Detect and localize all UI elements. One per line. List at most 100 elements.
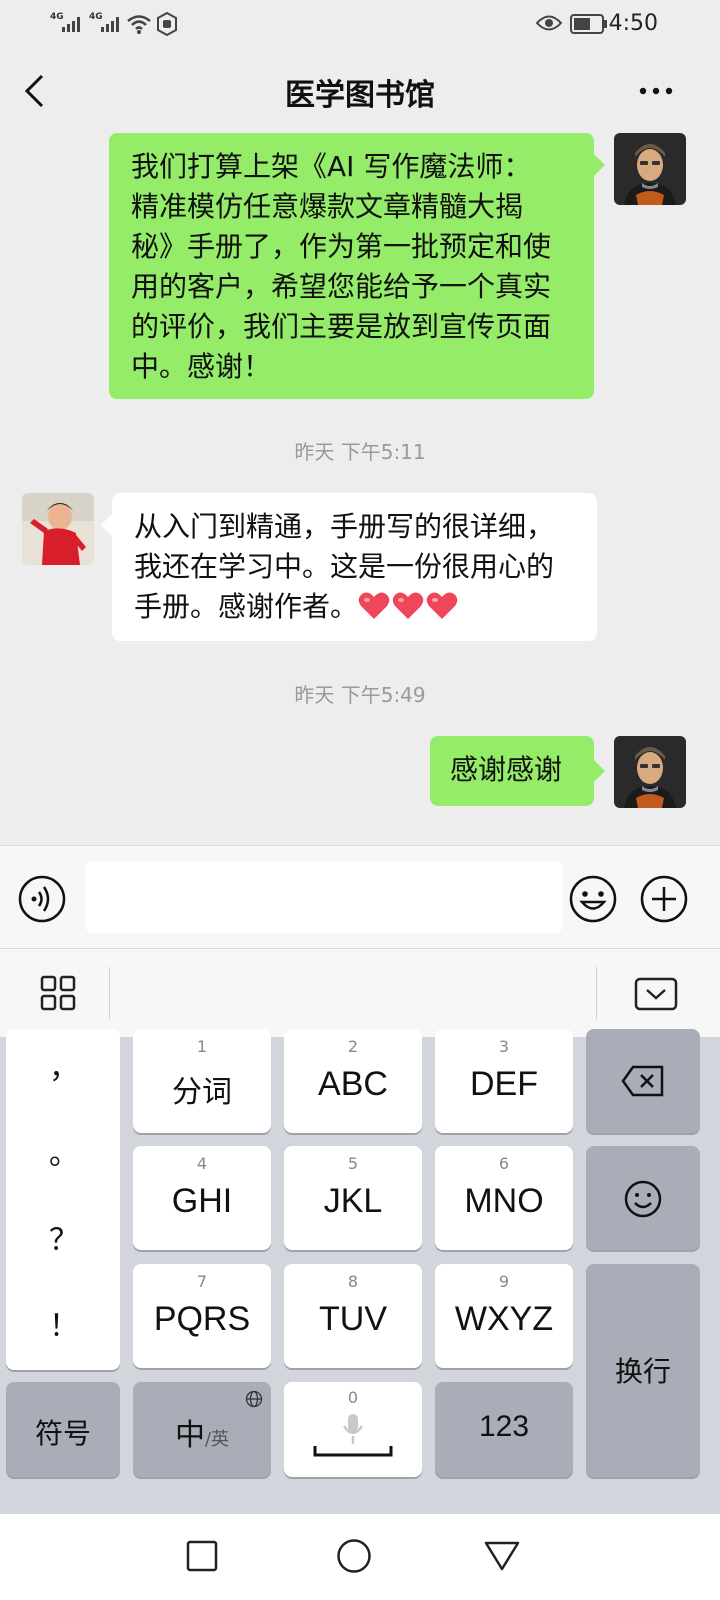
key-number: 2 — [347, 1037, 359, 1056]
punctuation-column[interactable]: ， 。 ？ ！ — [6, 1029, 120, 1370]
keyboard: ， 。 ？ ！ 1 分词 2 ABC 3 DEF 4 GHI 5 JKL 6 M… — [0, 1029, 720, 1514]
key-4[interactable]: 4 GHI — [133, 1146, 271, 1250]
message-line: 的评价，我们主要是放到宣传页面 — [131, 310, 552, 343]
my-avatar[interactable] — [614, 133, 686, 205]
lang-sub: /英 — [204, 1429, 230, 1450]
emoji-key-icon — [624, 1180, 662, 1218]
key-number: 1 — [196, 1037, 208, 1056]
key-label: 符号 — [34, 1417, 91, 1450]
home-icon[interactable] — [336, 1538, 372, 1574]
key-label: 换行 — [614, 1355, 671, 1388]
plus-icon[interactable] — [640, 875, 688, 923]
battery-icon — [570, 14, 607, 34]
space-key[interactable]: 0 — [284, 1382, 422, 1477]
backspace-key[interactable] — [586, 1029, 700, 1133]
key-number: 7 — [196, 1272, 208, 1291]
message-bubble-sent[interactable]: 感谢感谢 — [430, 736, 594, 806]
key-label: MNO — [464, 1182, 544, 1220]
punct-comma[interactable]: ， — [6, 1043, 122, 1087]
key-number: 0 — [347, 1388, 359, 1407]
message-line: 秘》手册了，作为第一批预定和使 — [131, 230, 552, 263]
status-bar: 4G 4G 4:50 — [0, 0, 720, 48]
message-input-bar — [0, 845, 720, 949]
voice-icon[interactable] — [18, 875, 66, 923]
bubble-tail — [101, 514, 112, 536]
signal-icon — [101, 16, 119, 32]
key-8[interactable]: 8 TUV — [284, 1264, 422, 1368]
message-line: 中。感谢！ — [131, 350, 272, 383]
key-3[interactable]: 3 DEF — [435, 1029, 573, 1133]
key-7[interactable]: 7 PQRS — [133, 1264, 271, 1368]
key-1[interactable]: 1 分词 — [133, 1029, 271, 1133]
key-number: 4 — [196, 1154, 208, 1173]
keyboard-hide-icon[interactable] — [634, 977, 678, 1011]
key-number: 9 — [498, 1272, 510, 1291]
bubble-tail — [594, 154, 605, 176]
keyboard-toolbar — [0, 949, 720, 1037]
apps-grid-icon[interactable] — [40, 975, 76, 1011]
message-bubble-sent[interactable]: 我们打算上架《AI 写作魔法师： 精准模仿任意爆款文章精髓大揭 秘》手册了，作为… — [109, 133, 594, 399]
punct-exclaim[interactable]: ！ — [6, 1301, 122, 1345]
heart-emoji-icon — [358, 592, 390, 619]
clock-time: 4:50 — [608, 11, 658, 36]
punct-question[interactable]: ？ — [6, 1215, 122, 1259]
key-label: ABC — [318, 1065, 388, 1103]
heart-emoji-icon — [392, 592, 424, 619]
key-label: DEF — [470, 1065, 538, 1103]
globe-icon — [245, 1390, 263, 1408]
backspace-icon — [621, 1065, 664, 1097]
recent-apps-icon[interactable] — [186, 1540, 218, 1572]
message-bubble-received[interactable]: 从入门到精通，手册写的很详细， 我还在学习中。这是一份很用心的 手册。感谢作者。 — [112, 493, 597, 641]
message-line: 精准模仿任意爆款文章精髓大揭 — [131, 190, 524, 223]
heart-emoji-icon — [426, 592, 458, 619]
key-2[interactable]: 2 ABC — [284, 1029, 422, 1133]
lang-main: 中 — [174, 1418, 205, 1453]
emoji-icon[interactable] — [569, 875, 617, 923]
bubble-tail — [594, 760, 605, 782]
toolbar-divider — [109, 967, 110, 1019]
chat-header: 医学图书馆 — [0, 48, 720, 136]
key-label: GHI — [171, 1182, 233, 1220]
key-label: 分词 — [172, 1075, 232, 1110]
message-input[interactable] — [86, 861, 562, 933]
message-line: 手册。感谢作者。 — [134, 587, 575, 627]
more-icon[interactable] — [638, 86, 674, 96]
eye-icon — [536, 15, 562, 31]
contact-avatar[interactable] — [22, 493, 94, 565]
key-5[interactable]: 5 JKL — [284, 1146, 422, 1250]
language-label: 中/英 — [133, 1410, 271, 1454]
enter-key[interactable]: 换行 — [586, 1264, 700, 1477]
key-label: TUV — [319, 1300, 387, 1338]
language-key[interactable]: 中/英 — [133, 1382, 271, 1477]
key-number: 6 — [498, 1154, 510, 1173]
symbol-key[interactable]: 符号 — [6, 1382, 120, 1477]
key-label: PQRS — [153, 1300, 251, 1338]
key-number: 5 — [347, 1154, 359, 1173]
number-key[interactable]: 123 — [435, 1382, 573, 1477]
microphone-icon — [342, 1414, 364, 1444]
key-number: 8 — [347, 1272, 359, 1291]
timestamp: 昨天 下午5:11 — [294, 440, 426, 464]
message-line: 我还在学习中。这是一份很用心的 — [134, 550, 555, 583]
message-line: 我们打算上架《AI 写作魔法师： — [131, 150, 532, 183]
key-9[interactable]: 9 WXYZ — [435, 1264, 573, 1368]
space-bar-icon — [313, 1446, 393, 1457]
my-avatar[interactable] — [614, 736, 686, 808]
message-line: 用的客户，希望您能给予一个真实 — [131, 270, 552, 303]
notification-icon — [157, 12, 177, 36]
key-number: 3 — [498, 1037, 510, 1056]
key-label: 123 — [478, 1410, 530, 1443]
toolbar-divider — [596, 967, 597, 1019]
message-line: 从入门到精通，手册写的很详细， — [134, 510, 555, 543]
key-label: WXYZ — [454, 1300, 554, 1338]
key-label: JKL — [323, 1182, 383, 1220]
timestamp: 昨天 下午5:49 — [294, 683, 426, 707]
punct-period[interactable]: 。 — [6, 1129, 122, 1173]
back-icon[interactable] — [484, 1540, 520, 1572]
emoji-key[interactable] — [586, 1146, 700, 1250]
message-line: 感谢感谢 — [450, 753, 563, 786]
message-text: 手册。感谢作者。 — [134, 590, 359, 623]
key-6[interactable]: 6 MNO — [435, 1146, 573, 1250]
signal-icon — [62, 16, 80, 32]
wifi-icon — [127, 15, 151, 34]
